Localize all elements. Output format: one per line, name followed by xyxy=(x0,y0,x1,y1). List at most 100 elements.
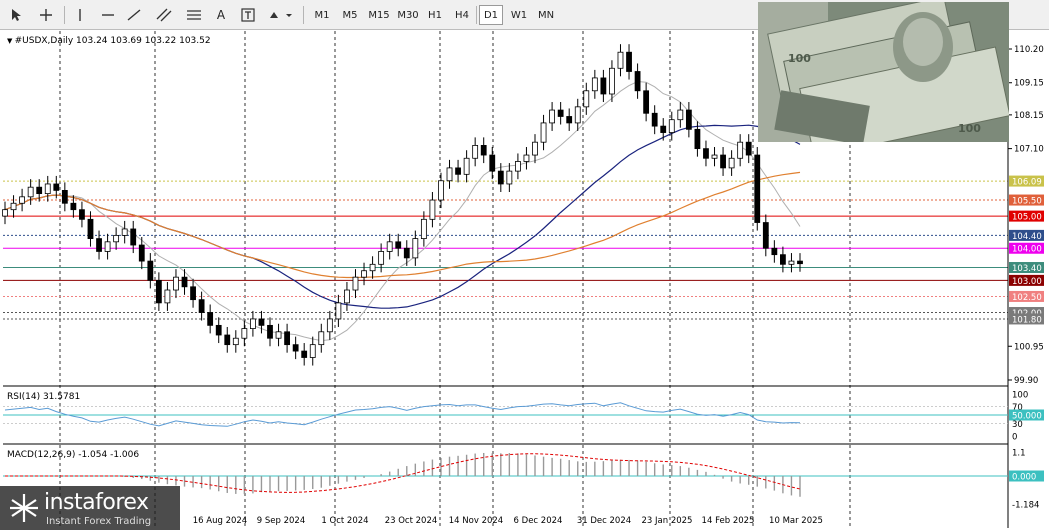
candle-body xyxy=(438,180,444,201)
candle-body xyxy=(215,324,222,336)
candle-body xyxy=(70,202,77,211)
candle-body xyxy=(472,145,479,159)
level-tag-label: 104.40 xyxy=(1012,232,1042,242)
tab-timeframe-w1[interactable]: W1 xyxy=(507,5,531,25)
candle-body xyxy=(737,141,744,159)
candle-body xyxy=(326,318,333,333)
level-tag-label: 101.80 xyxy=(1012,315,1042,325)
candle-body xyxy=(190,286,196,301)
tab-timeframe-m30[interactable]: M30 xyxy=(394,5,422,25)
candle-body xyxy=(292,344,299,352)
candle-body xyxy=(685,109,692,130)
candle-body xyxy=(147,260,154,281)
candle-body xyxy=(309,344,316,358)
level-tag-label: 103.00 xyxy=(1012,277,1042,287)
candle-body xyxy=(600,77,607,95)
tab-timeframe-m15[interactable]: M15 xyxy=(365,5,393,25)
candle-body xyxy=(36,186,43,195)
cursor-icon[interactable] xyxy=(6,5,26,25)
price-tick-label: 99.90 xyxy=(1014,376,1038,386)
candle-body xyxy=(634,71,641,92)
candle-body xyxy=(130,228,137,246)
candle-body xyxy=(104,241,111,252)
candle-body xyxy=(762,222,769,249)
tab-timeframe-h4[interactable]: H4 xyxy=(451,5,473,25)
candle-body xyxy=(335,302,342,320)
candle-body xyxy=(344,289,350,304)
rsi-tick-label: 100 xyxy=(1012,391,1028,401)
candle-body xyxy=(181,276,188,288)
logo-mark-icon xyxy=(10,494,38,522)
candle-body xyxy=(694,128,701,150)
candle-body xyxy=(241,328,248,339)
candle-body xyxy=(207,312,214,326)
banknotes-photo: 100 100 xyxy=(758,2,1009,142)
svg-text:100: 100 xyxy=(788,52,811,65)
level-tag-label: 103.40 xyxy=(1012,264,1042,274)
candle-body xyxy=(318,331,325,346)
candle-body xyxy=(660,125,667,133)
candle-body xyxy=(515,161,521,172)
candle-body xyxy=(275,331,282,339)
candle-body xyxy=(703,148,709,159)
macd-tick-label: 1.1 xyxy=(1012,449,1026,459)
horizontal-line-icon[interactable] xyxy=(98,5,118,25)
x-tick-label: 6 Dec 2024 xyxy=(514,516,563,526)
macd-tick-label: -1.184 xyxy=(1012,501,1039,511)
candle-body xyxy=(164,289,171,304)
candle-body xyxy=(395,241,402,249)
tab-timeframe-m5[interactable]: M5 xyxy=(338,5,362,25)
candle-body xyxy=(574,106,581,124)
candle-body xyxy=(643,90,650,114)
vertical-line-icon[interactable] xyxy=(70,5,90,25)
shapes-dropdown-icon[interactable] xyxy=(266,5,296,25)
rsi-label: RSI(14) 31.5781 xyxy=(7,392,80,402)
candle-body xyxy=(138,244,145,262)
candle-body xyxy=(173,276,179,291)
candle-body xyxy=(121,228,128,236)
x-tick-label: 16 Aug 2024 xyxy=(193,516,247,526)
candle-body xyxy=(677,109,684,121)
candle-body xyxy=(113,234,120,243)
candle-body xyxy=(540,122,547,143)
tab-timeframe-m1[interactable]: M1 xyxy=(311,5,333,25)
candle-body xyxy=(557,109,564,117)
tab-timeframe-h1[interactable]: H1 xyxy=(424,5,446,25)
text-tool-icon[interactable]: A xyxy=(212,5,230,25)
candle-body xyxy=(96,238,102,252)
candle-body xyxy=(386,241,393,252)
candle-body xyxy=(53,183,60,191)
candle-body xyxy=(224,334,231,346)
equidistant-channel-icon[interactable] xyxy=(154,5,174,25)
candle-body xyxy=(591,77,598,92)
macd-label: MACD(12,26,9) -1.054 -1.006 xyxy=(7,450,139,460)
candle-body xyxy=(284,331,290,346)
crosshair-icon[interactable] xyxy=(36,5,56,25)
candle-body xyxy=(267,324,273,339)
tab-timeframe-mn[interactable]: MN xyxy=(534,5,558,25)
candle-body xyxy=(720,154,726,169)
candle-body xyxy=(420,218,427,240)
candle-body xyxy=(250,318,256,329)
candle-body xyxy=(232,337,239,346)
fibonacci-icon[interactable] xyxy=(184,5,204,25)
level-tag-label: 104.00 xyxy=(1012,245,1042,255)
candle-body xyxy=(668,119,675,133)
candle-body xyxy=(728,157,735,169)
candle-body xyxy=(19,196,25,204)
candle-body xyxy=(455,167,461,175)
x-tick-label: 14 Nov 2024 xyxy=(449,516,503,526)
price-tick-label: 110.20 xyxy=(1014,45,1044,55)
trendline-icon[interactable] xyxy=(124,5,144,25)
price-tick-label: 100.95 xyxy=(1014,342,1044,352)
text-label-icon[interactable] xyxy=(238,5,258,25)
x-tick-label: 23 Jan 2025 xyxy=(642,516,693,526)
x-tick-label: 31 Dec 2024 xyxy=(577,516,631,526)
candle-body xyxy=(523,154,530,162)
candle-body xyxy=(651,112,658,127)
level-tag-label: 105.00 xyxy=(1012,213,1042,223)
candle-body xyxy=(532,141,538,156)
tab-timeframe-d1[interactable]: D1 xyxy=(479,5,503,25)
candle-body xyxy=(155,279,162,304)
candle-body xyxy=(480,145,487,156)
